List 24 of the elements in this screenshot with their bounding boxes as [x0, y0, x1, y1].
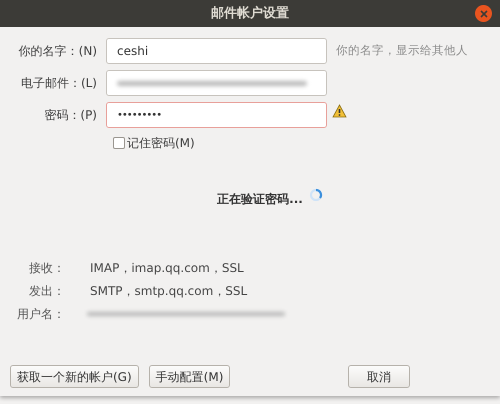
field-value: ••••••••• — [117, 108, 162, 122]
close-icon — [480, 10, 488, 18]
field-label: 你的名字：(N) — [18, 43, 97, 60]
setting-label: 用户名： — [16, 306, 65, 322]
warning-icon — [332, 104, 347, 118]
field-value: ceshi — [117, 43, 148, 60]
setting-label: 接收： — [28, 260, 65, 276]
field-label: 电子邮件：(L) — [20, 75, 97, 92]
window-title: 邮件帐户设置 — [211, 4, 289, 23]
field-label: 密码：(P) — [43, 107, 97, 124]
field-hint: 你的名字，显示给其他人 — [336, 42, 468, 60]
dialog-button[interactable]: 获取一个新的帐户(G) — [10, 365, 139, 388]
setting-value: SMTP，smtp.qq.com，SSL — [90, 282, 248, 300]
dialog-button[interactable]: 取消 — [348, 365, 410, 388]
input-field[interactable]: ceshi — [106, 38, 327, 64]
checkbox-label: 记住密码(M) — [127, 135, 195, 152]
password-field[interactable]: ••••••••• — [106, 102, 327, 128]
status-text: 正在验证密码... — [217, 191, 303, 208]
close-button[interactable] — [475, 5, 492, 22]
dialog-button[interactable]: 手动配置(M) — [148, 365, 230, 388]
setting-value: IMAP，imap.qq.com，SSL — [90, 260, 244, 276]
input-field[interactable] — [106, 70, 327, 96]
setting-label: 发出： — [28, 282, 65, 300]
checkbox[interactable] — [113, 137, 125, 149]
